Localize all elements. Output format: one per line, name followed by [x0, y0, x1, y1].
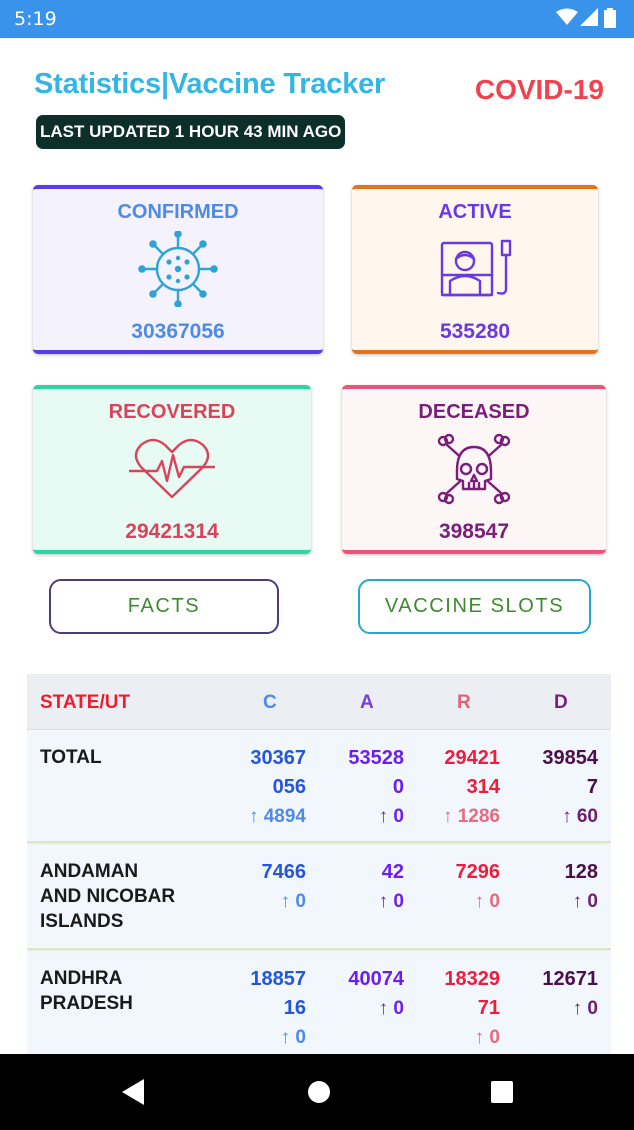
active-value: 535280 — [439, 320, 511, 343]
cell-delta: ↑ 0 — [378, 806, 404, 827]
last-updated-badge: LAST UPDATED 1 HOUR 43 MIN AGO — [36, 115, 346, 149]
header-state: STATE/UT — [40, 692, 131, 713]
table-row[interactable]: TOTAL 30367 056 ↑ 4894 53528 0 ↑ 0 29421 314 ↑ 12… — [27, 731, 611, 843]
virus-icon — [138, 231, 218, 307]
battery-icon — [604, 8, 616, 28]
cell-c: 7466 ↑ 0 — [206, 858, 307, 916]
cell-delta: ↑ 0 — [378, 998, 404, 1019]
cell-delta: ↑ 0 — [474, 891, 500, 912]
recovered-card[interactable]: RECOVERED 29421314 — [33, 385, 311, 554]
signal-icon — [580, 8, 598, 26]
heartbeat-icon — [129, 438, 215, 499]
cell-value: 128 — [564, 861, 598, 883]
cell-d: 39854 7 ↑ 60 — [498, 744, 598, 831]
cell-value: 39854 — [542, 747, 598, 769]
skull-crossbones-icon — [437, 433, 511, 505]
state-name-line: ISLANDS — [40, 911, 124, 932]
cell-value: 056 — [272, 776, 306, 798]
app-title: Statistics|Vaccine Tracker — [34, 68, 386, 100]
table-row[interactable]: ANDHRA PRADESH 18857 16 ↑ 0 40074 ↑ 0 18329 71 ↑ … — [27, 952, 611, 1054]
cell-value: 314 — [466, 776, 500, 798]
table-header: STATE/UT C A R D — [27, 674, 611, 730]
cell-delta: ↑ 60 — [562, 806, 598, 827]
status-bar: 5:19 — [0, 0, 634, 38]
cell-value: 16 — [283, 997, 306, 1019]
cell-delta: ↑ 0 — [474, 1027, 500, 1048]
cell-d: 128 ↑ 0 — [498, 858, 598, 916]
patient-bed-icon — [440, 239, 512, 297]
cell-value: 12671 — [542, 968, 598, 990]
cell-value: 18329 — [444, 968, 500, 990]
cell-value: 7466 — [261, 861, 307, 883]
cell-delta: ↑ 0 — [378, 891, 404, 912]
cell-value: 40074 — [348, 968, 404, 990]
cell-value: 18857 — [250, 968, 306, 990]
cell-c: 30367 056 ↑ 4894 — [206, 744, 306, 831]
header-active: A — [360, 692, 374, 713]
cell-r: 7296 ↑ 0 — [400, 858, 501, 916]
cell-delta: ↑ 0 — [572, 998, 598, 1019]
cell-a: 42 ↑ 0 — [304, 858, 404, 916]
deceased-value: 398547 — [438, 520, 510, 543]
state-stats-table: STATE/UT C A R D TOTAL 30367 056 ↑ 4894 5352… — [27, 674, 611, 1054]
cell-value: 42 — [381, 861, 404, 883]
wifi-icon — [556, 8, 578, 25]
cell-delta: ↑ 0 — [280, 891, 306, 912]
brand-label: COVID-19 — [474, 74, 604, 105]
cell-value: 71 — [477, 997, 500, 1019]
navigation-bar — [0, 1054, 634, 1130]
recents-icon[interactable] — [490, 1079, 514, 1105]
state-name: ANDAMAN AND NICOBAR ISLANDS — [40, 859, 210, 934]
active-card[interactable]: ACTIVE 535280 — [352, 185, 598, 354]
recovered-value: 29421314 — [125, 520, 219, 543]
cell-delta: ↑ 0 — [280, 1027, 306, 1048]
cell-a: 40074 ↑ 0 — [304, 965, 404, 1023]
cell-value: 0 — [392, 776, 404, 798]
state-name-line: AND NICOBAR — [40, 886, 176, 907]
cell-value: 30367 — [250, 747, 306, 769]
cell-value: 53528 — [348, 747, 404, 769]
cell-delta: ↑ 4894 — [248, 806, 306, 827]
header-deceased: D — [554, 692, 568, 713]
cell-value: 7 — [586, 776, 598, 798]
state-name-line: TOTAL — [40, 747, 102, 768]
state-name: TOTAL — [40, 745, 210, 770]
cell-value: 29421 — [444, 747, 500, 769]
header-confirmed: C — [263, 692, 277, 713]
cell-d: 12671 ↑ 0 — [498, 965, 598, 1023]
facts-button[interactable]: FACTS — [49, 579, 279, 634]
confirmed-value: 30367056 — [131, 320, 225, 343]
cell-value: 7296 — [455, 861, 501, 883]
status-time: 5:19 — [14, 8, 57, 30]
confirmed-card[interactable]: CONFIRMED 30367056 — [33, 185, 323, 354]
cell-a: 53528 0 ↑ 0 — [304, 744, 404, 831]
state-name-line: ANDAMAN — [40, 861, 139, 882]
back-icon[interactable] — [122, 1079, 146, 1105]
vaccine-slots-button[interactable]: VACCINE SLOTS — [358, 579, 591, 634]
deceased-card[interactable]: DECEASED 398547 — [342, 385, 606, 554]
header-recovered: R — [457, 692, 471, 713]
active-label: ACTIVE — [438, 201, 512, 223]
cell-r: 29421 314 ↑ 1286 — [400, 744, 500, 831]
recovered-label: RECOVERED — [108, 401, 236, 423]
cell-r: 18329 71 ↑ 0 — [400, 965, 500, 1052]
home-icon[interactable] — [307, 1079, 331, 1105]
confirmed-label: CONFIRMED — [117, 201, 239, 223]
deceased-label: DECEASED — [418, 401, 530, 423]
cell-delta: ↑ 0 — [572, 891, 598, 912]
cell-delta: ↑ 1286 — [442, 806, 500, 827]
cell-c: 18857 16 ↑ 0 — [206, 965, 306, 1052]
state-name: ANDHRA PRADESH — [40, 966, 210, 1016]
state-name-line: ANDHRA — [40, 968, 123, 989]
status-icons — [556, 8, 624, 28]
table-row[interactable]: ANDAMAN AND NICOBAR ISLANDS 7466 ↑ 0 42 ↑ 0 729… — [27, 845, 611, 950]
state-name-line: PRADESH — [40, 993, 133, 1014]
